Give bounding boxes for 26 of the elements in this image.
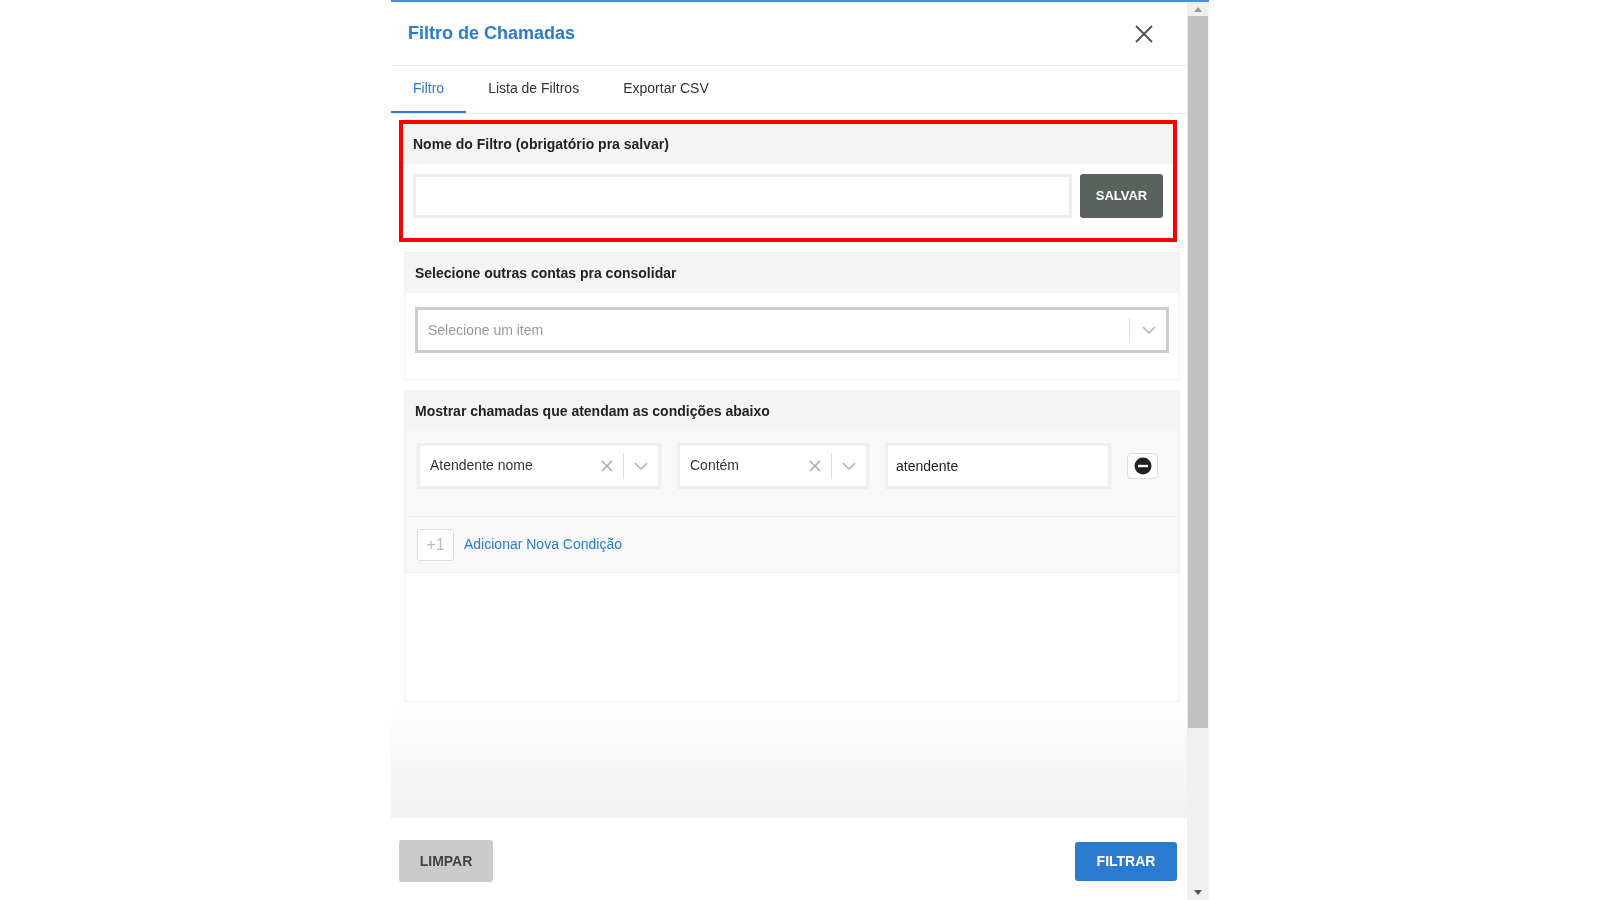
clear-icon[interactable] bbox=[809, 459, 821, 472]
section-heading: Mostrar chamadas que atendam as condições abaixo bbox=[415, 401, 770, 421]
filter-button[interactable]: FILTRAR bbox=[1075, 841, 1177, 881]
scrollbar-thumb[interactable] bbox=[1188, 16, 1208, 728]
condition-value-field[interactable]: atendente bbox=[885, 442, 1111, 489]
dialog-title: Filtro de Chamadas bbox=[408, 22, 576, 45]
close-icon[interactable] bbox=[1135, 24, 1153, 43]
operator-select[interactable]: Contém bbox=[677, 442, 869, 489]
chevron-down-icon bbox=[1142, 326, 1156, 334]
scrollbar[interactable] bbox=[1187, 2, 1209, 900]
save-button[interactable]: SALVAR bbox=[1080, 174, 1163, 218]
operator-value: Contém bbox=[690, 456, 741, 475]
add-condition-link[interactable]: Adicionar Nova Condição bbox=[464, 534, 622, 555]
minus-circle-icon bbox=[1133, 456, 1152, 475]
section-heading: Selecione outras contas pra consolidar bbox=[415, 263, 677, 283]
tab[interactable]: Lista de Filtros bbox=[466, 66, 602, 113]
field-value: Atendente nome bbox=[430, 456, 534, 475]
remove-condition-button[interactable] bbox=[1127, 452, 1158, 479]
clear-icon[interactable] bbox=[601, 459, 613, 472]
clear-button[interactable]: LIMPAR bbox=[399, 840, 493, 882]
chevron-down-icon bbox=[842, 461, 856, 470]
tab[interactable]: Exportar CSV bbox=[601, 66, 731, 113]
field-select[interactable]: Atendente nome bbox=[417, 442, 661, 489]
section-heading: Nome do Filtro (obrigatório pra salvar) bbox=[413, 134, 669, 154]
chevron-down-icon bbox=[634, 461, 648, 470]
tab[interactable]: Filtro bbox=[391, 66, 467, 113]
